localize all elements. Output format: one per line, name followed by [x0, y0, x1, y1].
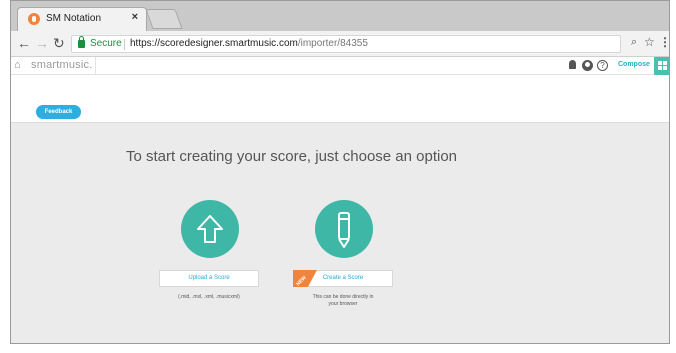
address-toolbar: ← → ↻ Secure https://scoredesigner.smart… — [11, 31, 669, 57]
new-tab-button[interactable] — [145, 9, 183, 29]
star-icon[interactable]: ☆ — [644, 35, 655, 49]
compose-link[interactable]: Compose — [618, 61, 650, 68]
smartmusic-favicon-icon — [28, 13, 40, 25]
grid-icon[interactable] — [654, 57, 669, 75]
page-title: To start creating your score, just choos… — [126, 148, 458, 165]
new-badge: NEW — [293, 270, 317, 287]
tab-sm-notation[interactable]: SM Notation × — [17, 7, 147, 31]
create-score-label: Create a Score — [322, 275, 364, 281]
address-bar[interactable]: Secure https://scoredesigner.smartmusic.… — [71, 35, 621, 53]
create-score-circle[interactable] — [315, 200, 373, 258]
importer-main: To start creating your score, just choos… — [11, 124, 669, 343]
lock-icon — [78, 36, 85, 48]
url-path: /importer/84355 — [297, 38, 368, 49]
menu-icon[interactable]: ⋮ — [659, 35, 669, 49]
upload-score-button[interactable]: Upload a Score — [159, 270, 259, 287]
new-badge-label: NEW — [295, 274, 308, 288]
feedback-bar: Feedback — [11, 95, 669, 123]
upload-score-circle[interactable] — [181, 200, 239, 258]
pencil-icon — [338, 212, 350, 248]
secure-label: Secure — [90, 38, 122, 49]
user-icon[interactable] — [582, 60, 593, 71]
create-note-line-2: your browser — [328, 301, 358, 307]
reload-icon[interactable]: ↻ — [53, 36, 65, 50]
forward-arrow-icon[interactable]: → — [35, 36, 49, 50]
upload-arrow-icon — [197, 215, 223, 243]
help-icon[interactable]: ? — [597, 60, 608, 71]
back-arrow-icon[interactable]: ← — [17, 36, 31, 50]
create-score-button[interactable]: NEW Create a Score — [293, 270, 393, 287]
tab-title: SM Notation — [46, 13, 102, 24]
upload-formats-note: (.mid, .mxl, .xml, .musicxml) — [178, 294, 240, 300]
create-score-note: This can be done directly in your browse… — [293, 294, 393, 308]
omnibox-divider — [124, 39, 125, 50]
header-divider — [95, 57, 96, 75]
browser-window: SM Notation × ← → ↻ Secure https://score… — [10, 0, 670, 344]
zoom-icon[interactable]: ⌕ — [631, 36, 637, 49]
smartmusic-header: ⌂ smartmusic. ? Compose — [11, 57, 669, 75]
home-icon[interactable]: ⌂ — [14, 59, 21, 71]
create-note-line-1: This can be done directly in — [312, 294, 374, 300]
feedback-button[interactable]: Feedback — [36, 105, 81, 119]
brand-logo[interactable]: smartmusic. — [31, 59, 92, 71]
tab-close-icon[interactable]: × — [132, 11, 138, 23]
url-text[interactable]: https://scoredesigner.smartmusic.com/imp… — [130, 38, 368, 49]
bell-icon[interactable] — [569, 60, 576, 69]
header-spacer — [11, 75, 669, 95]
tab-strip: SM Notation × — [11, 1, 669, 31]
url-host: https://scoredesigner.smartmusic.com — [130, 38, 298, 49]
